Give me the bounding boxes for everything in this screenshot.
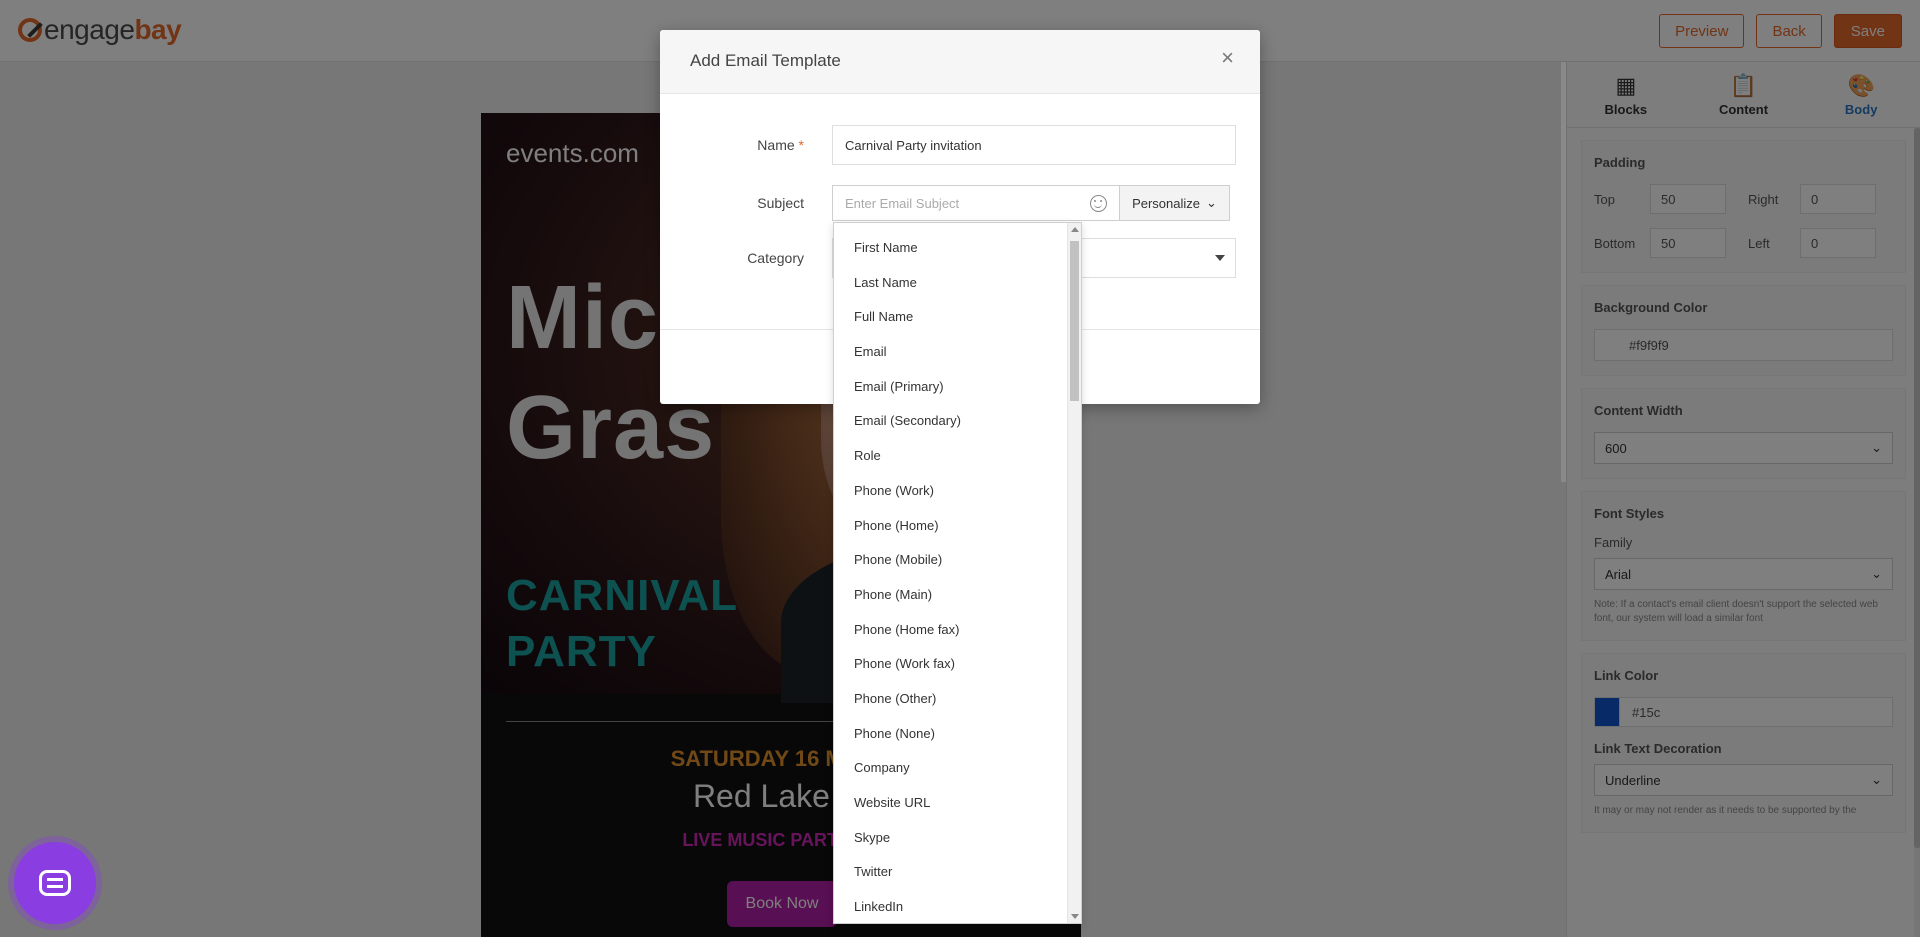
subject-input[interactable]: Enter Email Subject	[832, 185, 1120, 221]
list-item[interactable]: Last Name	[834, 266, 1081, 301]
list-item[interactable]: Phone (None)	[834, 717, 1081, 752]
list-item[interactable]: Skype	[834, 821, 1081, 856]
chat-icon	[39, 870, 71, 896]
category-label: Category	[747, 250, 804, 266]
close-icon[interactable]: ×	[1221, 47, 1234, 69]
subject-placeholder: Enter Email Subject	[845, 195, 960, 211]
personalize-options-list: First Name Last Name Full Name Email Ema…	[834, 223, 1081, 923]
chevron-down-icon: ⌄	[1206, 195, 1217, 210]
chat-widget-button[interactable]	[14, 842, 96, 924]
list-item[interactable]: Email (Secondary)	[834, 404, 1081, 439]
list-item[interactable]: Phone (Other)	[834, 682, 1081, 717]
modal-title: Add Email Template	[690, 51, 841, 70]
subject-label: Subject	[757, 195, 804, 211]
name-row: Name * Carnival Party invitation	[660, 125, 1260, 165]
canvas-scrollbar[interactable]	[1561, 62, 1566, 482]
scroll-down-icon[interactable]	[1071, 914, 1079, 919]
list-item[interactable]: Full Name	[834, 300, 1081, 335]
emoji-icon[interactable]	[1090, 194, 1107, 212]
list-item[interactable]: Twitter	[834, 855, 1081, 890]
personalize-label: Personalize	[1132, 195, 1201, 211]
list-item[interactable]: Phone (Main)	[834, 578, 1081, 613]
list-item[interactable]: First Name	[834, 231, 1081, 266]
modal-header: Add Email Template ×	[660, 30, 1260, 94]
dropdown-scrollbar[interactable]	[1067, 223, 1081, 923]
list-item[interactable]: Phone (Work)	[834, 474, 1081, 509]
scroll-up-icon[interactable]	[1071, 227, 1079, 232]
personalize-button[interactable]: Personalize ⌄	[1120, 185, 1230, 221]
list-item[interactable]: Company	[834, 751, 1081, 786]
list-item[interactable]: Email	[834, 335, 1081, 370]
list-item[interactable]: Phone (Home)	[834, 509, 1081, 544]
caret-down-icon	[1215, 255, 1225, 261]
name-label: Name *	[757, 137, 804, 153]
subject-row: Subject Enter Email Subject Personalize …	[660, 185, 1260, 225]
required-mark: *	[798, 137, 804, 153]
list-item[interactable]: Phone (Work fax)	[834, 647, 1081, 682]
list-item[interactable]: Email (Primary)	[834, 370, 1081, 405]
name-input[interactable]: Carnival Party invitation	[832, 125, 1236, 165]
list-item[interactable]: Phone (Home fax)	[834, 613, 1081, 648]
personalize-dropdown: First Name Last Name Full Name Email Ema…	[833, 222, 1082, 924]
name-label-text: Name	[757, 137, 795, 153]
list-item[interactable]: Phone (Mobile)	[834, 543, 1081, 578]
list-item[interactable]: Website URL	[834, 786, 1081, 821]
dropdown-scrollbar-thumb[interactable]	[1070, 241, 1079, 401]
list-item[interactable]: Role	[834, 439, 1081, 474]
list-item[interactable]: LinkedIn	[834, 890, 1081, 923]
